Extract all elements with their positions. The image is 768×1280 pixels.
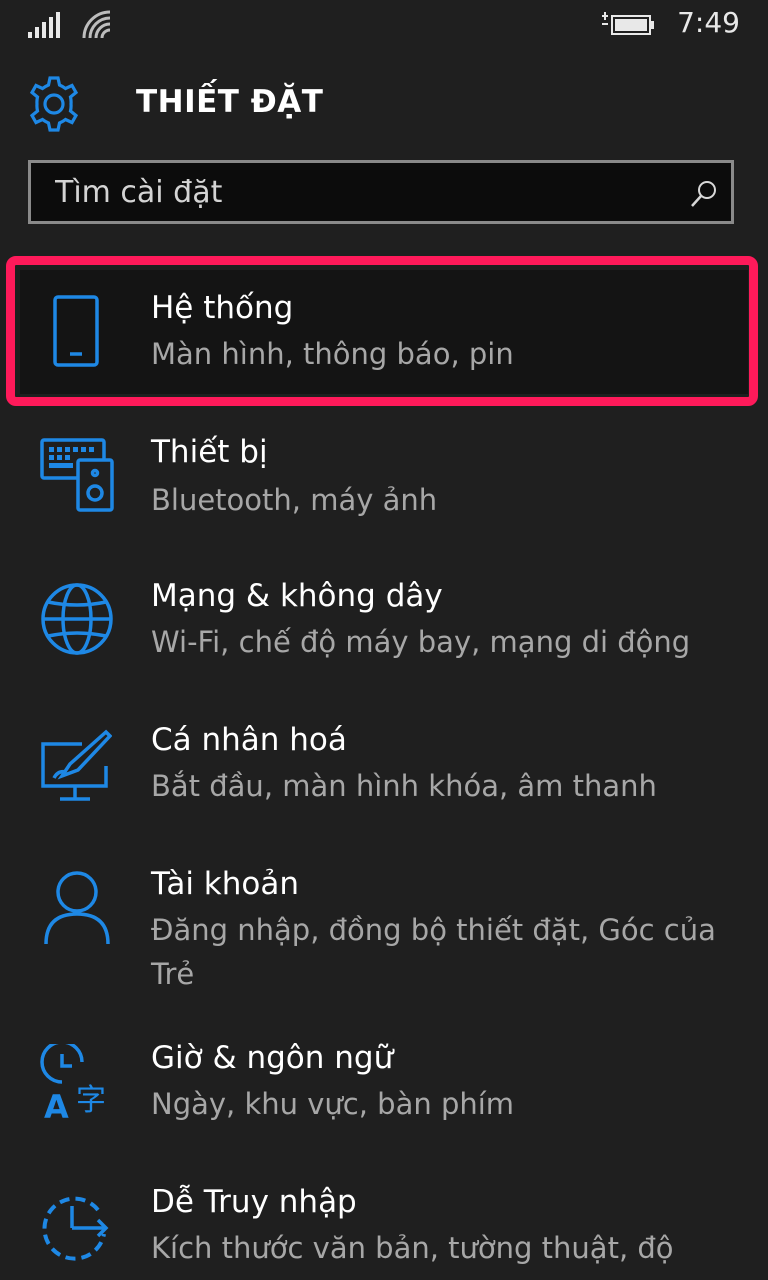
settings-item-label: Tài khoản xyxy=(151,866,299,902)
svg-text:A: A xyxy=(44,1088,69,1120)
svg-text:字: 字 xyxy=(76,1083,106,1118)
settings-item-description: Ngày, khu vực, bàn phím xyxy=(151,1087,515,1121)
wifi-icon xyxy=(82,10,112,44)
settings-item-description: Kích thước văn bản, tường thuật, độ xyxy=(151,1231,674,1265)
status-bar: 7:49 xyxy=(0,0,768,50)
clock: 7:49 xyxy=(677,6,740,39)
settings-item-description: Bắt đầu, màn hình khóa, âm thanh xyxy=(151,769,657,803)
battery-charging-icon xyxy=(600,10,656,42)
settings-item-time-language[interactable]: A 字 Giờ & ngôn ngữ Ngày, khu vực, bàn ph… xyxy=(0,1026,768,1146)
settings-item-system[interactable]: Hệ thống Màn hình, thông báo, pin xyxy=(0,270,768,394)
search-icon[interactable] xyxy=(689,179,719,213)
settings-item-ease-of-access[interactable]: Dễ Truy nhập Kích thước văn bản, tường t… xyxy=(0,1170,768,1280)
settings-item-label: Giờ & ngôn ngữ xyxy=(151,1040,394,1076)
globe-icon xyxy=(40,582,114,660)
time-language-icon: A 字 xyxy=(40,1040,116,1126)
settings-item-network[interactable]: Mạng & không dây Wi-Fi, chế độ máy bay, … xyxy=(0,564,768,684)
settings-item-description: Màn hình, thông báo, pin xyxy=(151,337,514,371)
search-input[interactable] xyxy=(31,163,671,221)
page-header: THIẾT ĐẶT xyxy=(0,60,768,150)
settings-item-label: Dễ Truy nhập xyxy=(151,1184,357,1220)
settings-item-accounts[interactable]: Tài khoản Đăng nhập, đồng bộ thiết đặt, … xyxy=(0,852,768,1012)
settings-item-devices[interactable]: Thiết bị Bluetooth, máy ảnh xyxy=(0,420,768,540)
settings-item-description: Bluetooth, máy ảnh xyxy=(151,483,438,517)
page-title: THIẾT ĐẶT xyxy=(136,84,324,120)
personalization-icon xyxy=(40,728,113,808)
phone-icon xyxy=(52,294,102,374)
settings-item-description: Wi-Fi, chế độ máy bay, mạng di động xyxy=(151,625,691,659)
search-box[interactable] xyxy=(28,160,734,224)
settings-item-label: Mạng & không dây xyxy=(151,578,443,614)
gear-icon xyxy=(24,74,84,138)
settings-item-personalization[interactable]: Cá nhân hoá Bắt đầu, màn hình khóa, âm t… xyxy=(0,708,768,828)
person-icon xyxy=(42,870,112,950)
ease-of-access-icon xyxy=(38,1190,114,1270)
settings-item-label: Cá nhân hoá xyxy=(151,722,347,758)
devices-icon xyxy=(40,436,116,516)
settings-item-label: Hệ thống xyxy=(151,290,294,326)
settings-item-description: Đăng nhập, đồng bộ thiết đặt, Góc của Tr… xyxy=(151,913,716,991)
signal-icon xyxy=(28,12,62,42)
settings-item-label: Thiết bị xyxy=(151,434,268,470)
